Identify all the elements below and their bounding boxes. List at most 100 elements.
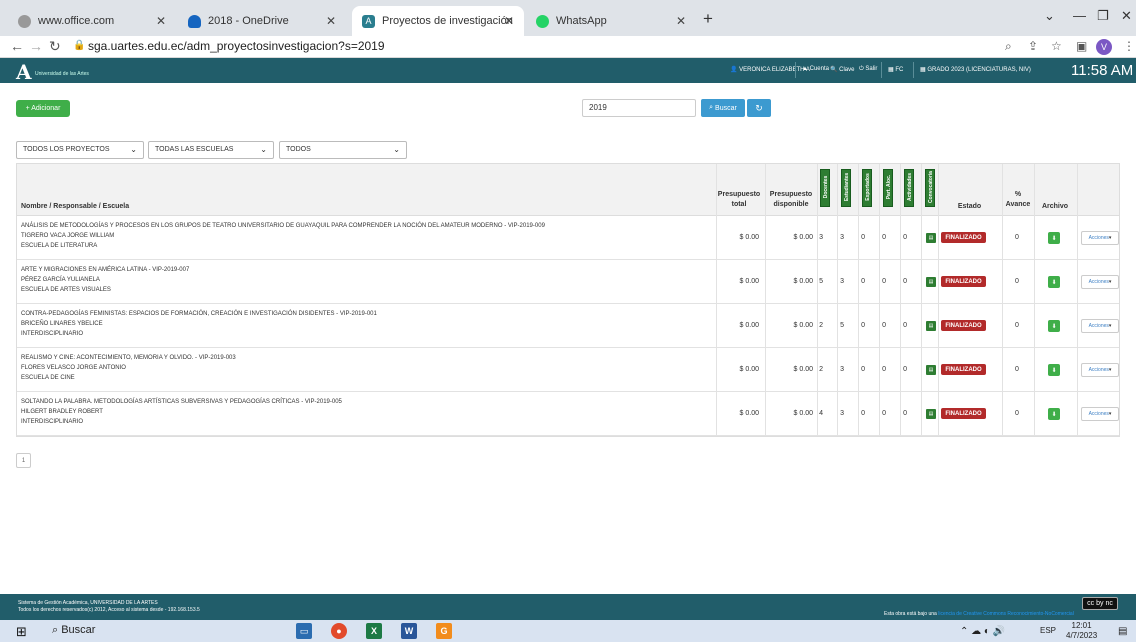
header-part-aloc: Part. Aloc. [883, 169, 893, 207]
acciones-dropdown[interactable]: Acciones ▾ [1081, 363, 1119, 377]
url-field[interactable]: sga.uartes.edu.ec/adm_proyectosinvestiga… [88, 39, 385, 53]
avance-value: 0 [1015, 322, 1019, 329]
tab-proyectos[interactable]: A Proyectos de investigación ✕ [352, 6, 524, 36]
salir-link[interactable]: ⏻ Salir [859, 66, 877, 73]
count-cell: 0 [882, 366, 886, 373]
window-close-icon[interactable]: ✕ [1121, 8, 1132, 24]
download-icon[interactable]: ⬇ [1048, 364, 1060, 376]
count-cell: 3 [840, 410, 844, 417]
tab-office[interactable]: www.office.com ✕ [8, 6, 176, 36]
tab-label: 2018 - OneDrive [208, 15, 289, 27]
tab-onedrive[interactable]: 2018 - OneDrive ✕ [178, 6, 346, 36]
filter-estado-select[interactable]: TODOS ⌄ [279, 141, 407, 159]
presupuesto-disponible: $ 0.00 [793, 410, 813, 417]
project-info: SOLTANDO LA PALABRA. METODOLOGÍAS ARTÍST… [21, 397, 342, 427]
count-cell: 2 [819, 322, 823, 329]
sidebar-icon[interactable]: ▣ [1076, 39, 1087, 53]
clave-link[interactable]: 🔍 Clave [830, 66, 854, 73]
convocatoria-doc-icon[interactable]: ▤ [926, 321, 936, 331]
close-icon[interactable]: ✕ [504, 14, 514, 28]
acciones-dropdown[interactable]: Acciones ▾ [1081, 319, 1119, 333]
download-icon[interactable]: ⬇ [1048, 408, 1060, 420]
close-icon[interactable]: ✕ [156, 14, 166, 28]
app-icon[interactable]: G [436, 623, 452, 639]
periodo-link[interactable]: ▦ GRADO 2023 (LICENCIATURAS, NIV) [920, 66, 1031, 73]
clock-date: 4/7/2023 [1066, 631, 1098, 640]
profile-avatar[interactable]: V [1096, 39, 1112, 55]
back-icon[interactable]: ← [10, 38, 24, 54]
bookmark-star-icon[interactable]: ☆ [1051, 39, 1062, 53]
fc-link[interactable]: ▦ FC [888, 66, 903, 73]
chrome-icon[interactable]: ● [331, 623, 347, 639]
count-cell: 0 [861, 410, 865, 417]
divider [913, 62, 914, 78]
search-input[interactable]: 2019 [582, 99, 696, 117]
file-explorer-icon[interactable]: ▭ [296, 623, 312, 639]
download-icon[interactable]: ⬇ [1048, 320, 1060, 332]
tab-whatsapp[interactable]: WhatsApp ✕ [526, 6, 696, 36]
table-row: CONTRA-PEDAGOGÍAS FEMINISTAS: ESPACIOS D… [17, 304, 1119, 348]
header-estado: Estado [957, 203, 982, 210]
close-icon[interactable]: ✕ [676, 14, 686, 28]
presupuesto-disponible: $ 0.00 [793, 278, 813, 285]
office-favicon-icon [18, 14, 31, 28]
refresh-button[interactable]: ↻ [747, 99, 771, 117]
presupuesto-total: $ 0.00 [739, 366, 759, 373]
close-icon[interactable]: ✕ [326, 14, 336, 28]
license-link[interactable]: licencia de Creative Commons Reconocimie… [938, 611, 1074, 617]
filter-proyectos-select[interactable]: TODOS LOS PROYECTOS ⌄ [16, 141, 144, 159]
creative-commons-icon[interactable]: cc by nc [1082, 597, 1118, 610]
minimize-icon[interactable]: — [1073, 8, 1086, 23]
tab-search-chevron-icon[interactable]: ⌄ [1044, 8, 1055, 24]
logo-icon[interactable]: A [16, 60, 32, 84]
acciones-dropdown[interactable]: Acciones ▾ [1081, 407, 1119, 421]
acciones-dropdown[interactable]: Acciones ▾ [1081, 275, 1119, 289]
header-actividades-label: Actividades [907, 172, 913, 202]
footer-info: Sistema de Gestión Académica, UNIVERSIDA… [18, 600, 200, 614]
taskbar-clock[interactable]: 12:01 4/7/2023 [1066, 621, 1097, 641]
download-icon[interactable]: ⬇ [1048, 276, 1060, 288]
convocatoria-doc-icon[interactable]: ▤ [926, 409, 936, 419]
cuenta-link[interactable]: ▲ Cuenta [802, 66, 829, 72]
language-indicator[interactable]: ESP [1040, 626, 1056, 635]
add-button[interactable]: + Adicionar [16, 100, 70, 117]
filter-escuelas-select[interactable]: TODAS LAS ESCUELAS ⌄ [148, 141, 274, 159]
count-cell: 0 [861, 366, 865, 373]
avance-value: 0 [1015, 366, 1019, 373]
count-cell: 3 [840, 366, 844, 373]
restore-icon[interactable]: ❐ [1097, 8, 1109, 24]
convocatoria-doc-icon[interactable]: ▤ [926, 233, 936, 243]
word-icon[interactable]: W [401, 623, 417, 639]
windows-start-icon[interactable]: ⊞ [16, 624, 27, 640]
acciones-dropdown[interactable]: Acciones ▾ [1081, 231, 1119, 245]
header-time: 11:58 AM [1071, 62, 1134, 79]
menu-kebab-icon[interactable]: ⋮ [1123, 39, 1135, 53]
new-tab-icon[interactable]: + [703, 9, 713, 29]
status-badge: FINALIZADO [941, 320, 986, 331]
notification-icon[interactable]: ▤ [1118, 626, 1127, 637]
pagination-page[interactable]: 1 [16, 453, 31, 468]
count-cell: 2 [819, 366, 823, 373]
count-cell: 0 [882, 322, 886, 329]
reload-icon[interactable]: ↻ [49, 38, 61, 55]
search-button[interactable]: ⌕ Buscar [701, 99, 745, 117]
zoom-icon[interactable]: ⌕ [1005, 39, 1012, 54]
excel-icon[interactable]: X [366, 623, 382, 639]
header-avance-line1: % [1014, 191, 1022, 198]
convocatoria-doc-icon[interactable]: ▤ [926, 277, 936, 287]
periodo-label: GRADO 2023 (LICENCIATURAS, NIV) [927, 67, 1031, 73]
presupuesto-total: $ 0.00 [739, 322, 759, 329]
whatsapp-favicon-icon [536, 14, 549, 28]
presupuesto-disponible: $ 0.00 [793, 234, 813, 241]
download-icon[interactable]: ⬇ [1048, 232, 1060, 244]
taskbar-search[interactable]: ⌕ Buscar [52, 624, 95, 637]
convocatoria-doc-icon[interactable]: ▤ [926, 365, 936, 375]
share-icon[interactable]: ⇪ [1028, 39, 1038, 53]
tray-icons[interactable]: ⌃ ☁ ◐ 🔊 [960, 626, 1005, 637]
acciones-label: Acciones [1088, 235, 1109, 241]
user-name[interactable]: 👤 VERONICA ELIZABETH A [730, 66, 810, 73]
forward-icon[interactable]: → [29, 38, 43, 54]
project-responsable: HILGERT BRADLEY ROBERT [21, 409, 103, 415]
presupuesto-total: $ 0.00 [739, 278, 759, 285]
header-docentes-label: Docentes [823, 175, 829, 199]
